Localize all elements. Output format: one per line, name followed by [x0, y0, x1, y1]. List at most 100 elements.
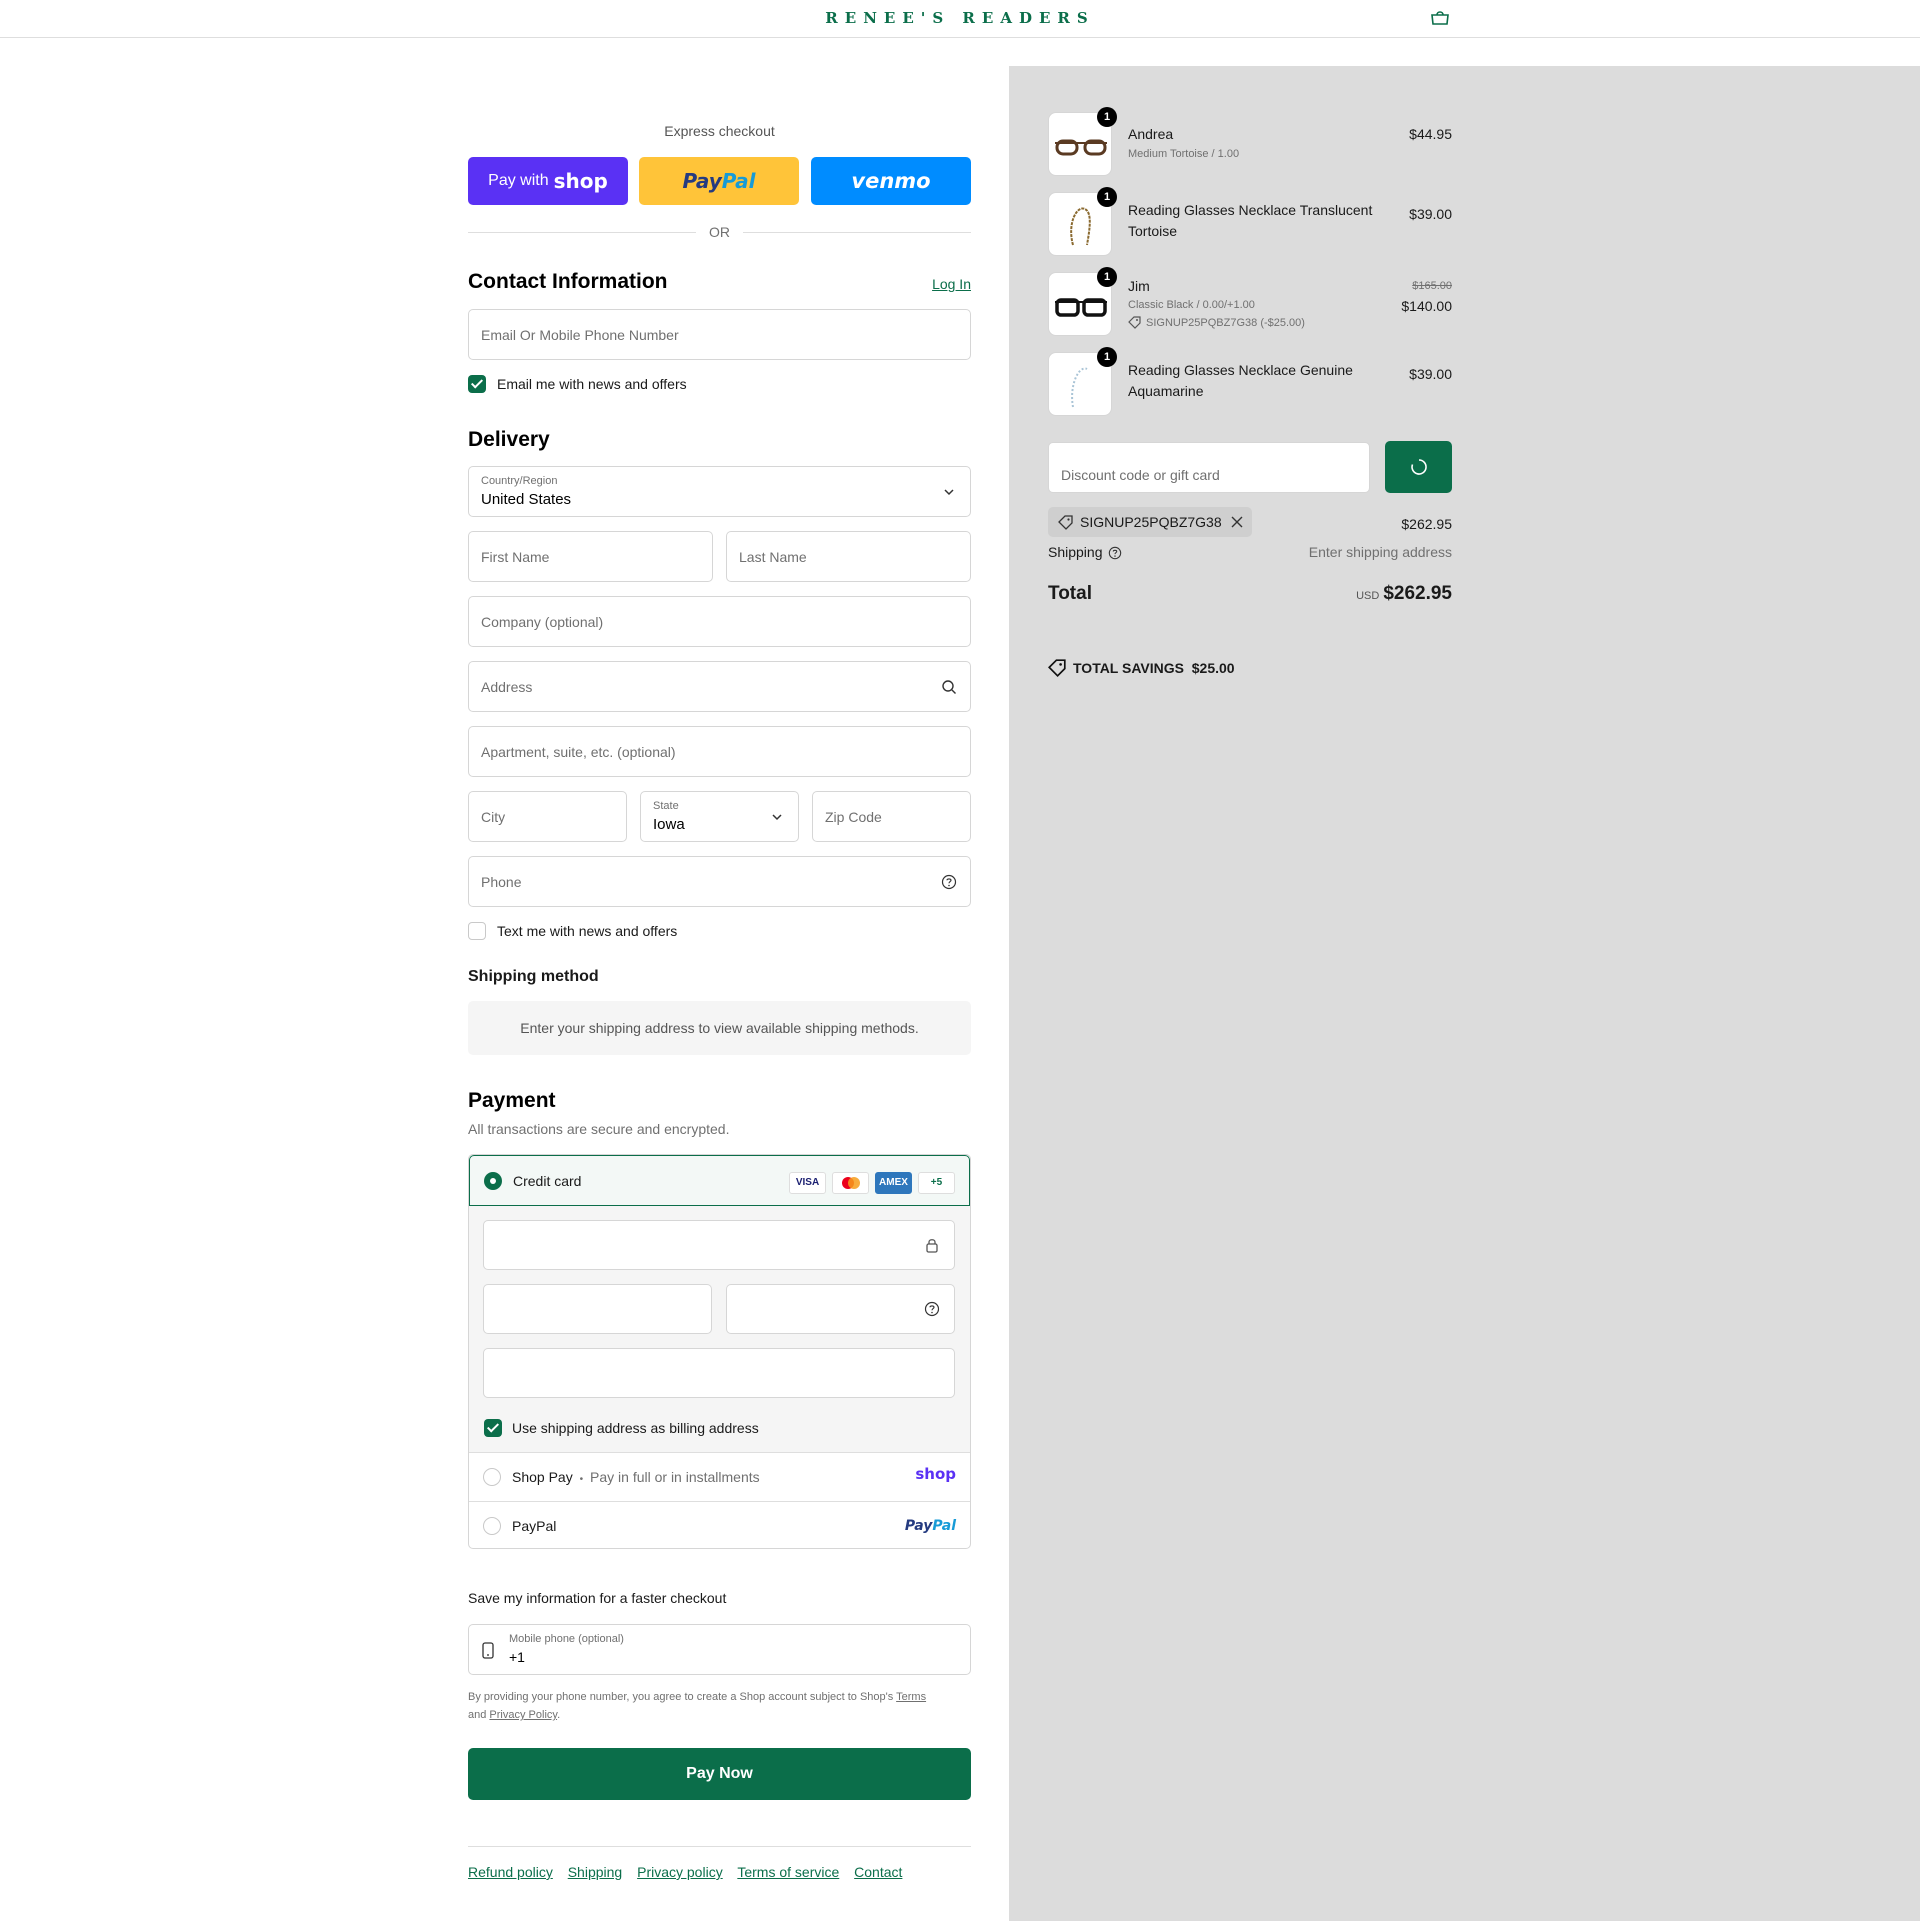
mobile-phone-label: Mobile phone (optional): [509, 1633, 624, 1645]
apply-discount-button[interactable]: [1385, 441, 1452, 493]
help-icon[interactable]: [1108, 546, 1122, 560]
phone-placeholder: Phone: [481, 874, 522, 890]
mastercard-icon: [832, 1172, 869, 1194]
state-value: Iowa: [653, 816, 685, 833]
venmo-express-button[interactable]: venmo: [811, 157, 971, 205]
city-field[interactable]: City: [468, 791, 627, 842]
contact-link[interactable]: Contact: [854, 1864, 902, 1880]
terms-of-service-link[interactable]: Terms of service: [737, 1864, 839, 1880]
item-discount: SIGNUP25PQBZ7G38 (-$25.00): [1146, 317, 1305, 329]
company-field[interactable]: Company (optional): [468, 596, 971, 647]
refund-policy-link[interactable]: Refund policy: [468, 1864, 553, 1880]
or-label: OR: [709, 224, 730, 240]
payment-title: Payment: [468, 1089, 556, 1112]
state-label: State: [653, 800, 679, 812]
shop-pay-logo: shop: [915, 1465, 956, 1483]
item-variant: Classic Black / 0.00/+1.00: [1128, 299, 1255, 311]
email-news-checkbox[interactable]: [468, 375, 486, 393]
name-on-card-input[interactable]: [483, 1348, 955, 1398]
apartment-placeholder: Apartment, suite, etc. (optional): [481, 744, 676, 760]
discount-code-input[interactable]: Discount code or gift card: [1048, 442, 1370, 493]
tag-icon: [1048, 659, 1066, 677]
payment-subtitle: All transactions are secure and encrypte…: [468, 1121, 730, 1137]
total-savings-label: TOTAL SAVINGS: [1073, 660, 1184, 676]
shop-pay-option[interactable]: Shop Pay • Pay in full or in installment…: [469, 1452, 970, 1501]
total-savings-value: $25.00: [1191, 660, 1235, 676]
item-name: Reading Glasses Necklace Translucent Tor…: [1128, 202, 1373, 239]
shop-pay-prefix: Pay with: [488, 172, 549, 189]
country-select[interactable]: Country/Region United States: [468, 466, 971, 517]
credit-card-form: Use shipping address as billing address: [469, 1206, 970, 1452]
quantity-badge: 1: [1097, 267, 1117, 287]
last-name-field[interactable]: Last Name: [726, 531, 971, 582]
text-news-label: Text me with news and offers: [497, 923, 678, 939]
state-select[interactable]: State Iowa: [640, 791, 799, 842]
shop-pay-radio[interactable]: [483, 1468, 501, 1486]
last-name-placeholder: Last Name: [739, 549, 807, 565]
privacy-policy-footer-link[interactable]: Privacy policy: [637, 1864, 723, 1880]
loading-spinner-icon: [1411, 459, 1427, 475]
venmo-logo: venmo: [851, 169, 931, 193]
card-number-input[interactable]: [483, 1220, 955, 1270]
address-field[interactable]: Address: [468, 661, 971, 712]
city-placeholder: City: [481, 809, 506, 825]
terms-notice-and: and: [468, 1709, 487, 1721]
line-item: 1 Reading Glasses Necklace Genuine Aquam…: [1048, 347, 1452, 422]
country-label: Country/Region: [481, 475, 558, 487]
shipping-method-title: Shipping method: [468, 968, 599, 985]
mobile-phone-icon: [482, 1642, 494, 1659]
shipping-link[interactable]: Shipping: [568, 1864, 623, 1880]
billing-same-checkbox[interactable]: [484, 1419, 502, 1437]
applied-discount-chip: SIGNUP25PQBZ7G38: [1048, 507, 1252, 537]
tag-icon: [1128, 316, 1141, 329]
help-icon[interactable]: [924, 1301, 940, 1317]
visa-icon: VISA: [789, 1172, 826, 1194]
site-header: RENEE'S READERS: [0, 0, 1920, 38]
privacy-policy-link[interactable]: Privacy Policy: [489, 1709, 557, 1721]
item-price: $39.00: [1409, 206, 1452, 222]
payment-methods: Credit card VISA AMEX +5 Use shipping ad…: [468, 1154, 971, 1549]
item-price: $140.00: [1401, 298, 1452, 314]
paypal-logo-pay: Pay: [682, 169, 722, 193]
paypal-express-button[interactable]: Pay Pal: [639, 157, 799, 205]
close-icon[interactable]: [1231, 516, 1243, 528]
expiration-date-input[interactable]: [483, 1284, 712, 1334]
credit-card-radio[interactable]: [484, 1172, 502, 1190]
billing-same-label: Use shipping address as billing address: [512, 1420, 759, 1436]
shipping-value: Enter shipping address: [1308, 544, 1452, 560]
help-icon[interactable]: [941, 874, 957, 890]
first-name-field[interactable]: First Name: [468, 531, 713, 582]
credit-card-option[interactable]: Credit card VISA AMEX +5: [469, 1155, 970, 1206]
item-name: Jim: [1128, 278, 1150, 294]
email-field[interactable]: Email Or Mobile Phone Number: [468, 309, 971, 360]
pay-now-button[interactable]: Pay Now: [468, 1748, 971, 1800]
order-summary-panel: [1009, 66, 1920, 1921]
apartment-field[interactable]: Apartment, suite, etc. (optional): [468, 726, 971, 777]
footer-links: Refund policy Shipping Privacy policy Te…: [468, 1864, 913, 1880]
email-placeholder: Email Or Mobile Phone Number: [481, 327, 679, 343]
paypal-option[interactable]: PayPal PayPal: [469, 1501, 970, 1548]
mobile-phone-value: +1: [509, 1649, 525, 1665]
phone-field[interactable]: Phone: [468, 856, 971, 907]
item-name: Reading Glasses Necklace Genuine Aquamar…: [1128, 362, 1353, 399]
mobile-phone-field[interactable]: Mobile phone (optional) +1: [468, 1624, 971, 1675]
item-variant: Medium Tortoise / 1.00: [1128, 148, 1240, 160]
store-logo[interactable]: RENEE'S READERS: [0, 9, 1920, 27]
security-code-input[interactable]: [726, 1284, 955, 1334]
login-link[interactable]: Log In: [932, 276, 971, 292]
quantity-badge: 1: [1097, 107, 1117, 127]
chevron-down-icon: [944, 489, 954, 496]
shop-pay-express-button[interactable]: Pay with shop: [468, 157, 628, 205]
quantity-badge: 1: [1097, 187, 1117, 207]
shipping-label: Shipping: [1048, 544, 1103, 560]
item-price: $39.00: [1409, 366, 1452, 382]
text-news-checkbox[interactable]: [468, 922, 486, 940]
chevron-down-icon: [772, 814, 782, 821]
zip-field[interactable]: Zip Code: [812, 791, 971, 842]
shop-pay-subtitle: Pay in full or in installments: [590, 1469, 760, 1485]
terms-link[interactable]: Terms: [896, 1691, 926, 1703]
paypal-radio[interactable]: [483, 1517, 501, 1535]
total-savings: TOTAL SAVINGS $25.00: [1073, 660, 1235, 676]
bag-icon[interactable]: [1430, 10, 1450, 26]
lock-icon: [926, 1239, 938, 1253]
